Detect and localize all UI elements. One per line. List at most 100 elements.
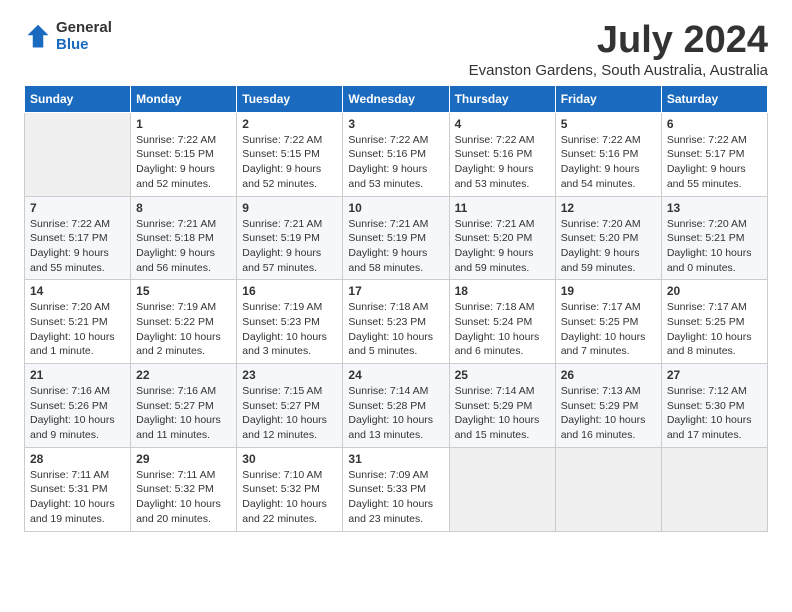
calendar-day-cell bbox=[449, 447, 555, 531]
calendar-day-cell: 18 Sunrise: 7:18 AMSunset: 5:24 PMDayligh… bbox=[449, 280, 555, 364]
calendar-day-cell: 7 Sunrise: 7:22 AMSunset: 5:17 PMDaylight… bbox=[25, 196, 131, 280]
calendar-day-cell: 25 Sunrise: 7:14 AMSunset: 5:29 PMDayligh… bbox=[449, 364, 555, 448]
calendar-day-cell: 17Sunrise: 7:18 AMSunset: 5:23 PMDayligh… bbox=[343, 280, 449, 364]
weekday-header-saturday: Saturday bbox=[661, 85, 767, 112]
day-number: 4 bbox=[455, 117, 550, 131]
day-info: Sunrise: 7:21 AMSunset: 5:20 PMDaylight:… bbox=[455, 217, 550, 276]
calendar-day-cell: 30 Sunrise: 7:10 AMSunset: 5:32 PMDayligh… bbox=[237, 447, 343, 531]
day-info: Sunrise: 7:20 AMSunset: 5:21 PMDaylight:… bbox=[667, 217, 762, 276]
calendar-day-cell: 22Sunrise: 7:16 AMSunset: 5:27 PMDayligh… bbox=[131, 364, 237, 448]
calendar-day-cell: 11 Sunrise: 7:21 AMSunset: 5:20 PMDayligh… bbox=[449, 196, 555, 280]
day-number: 21 bbox=[30, 368, 125, 382]
day-number: 27 bbox=[667, 368, 762, 382]
day-info: Sunrise: 7:15 AMSunset: 5:27 PMDaylight:… bbox=[242, 384, 337, 443]
page-header: General Blue July 2024 Evanston Gardens,… bbox=[24, 20, 768, 79]
calendar-day-cell: 13 Sunrise: 7:20 AMSunset: 5:21 PMDayligh… bbox=[661, 196, 767, 280]
day-info: Sunrise: 7:18 AMSunset: 5:24 PMDaylight:… bbox=[455, 300, 550, 359]
day-info: Sunrise: 7:16 AMSunset: 5:26 PMDaylight:… bbox=[30, 384, 125, 443]
calendar-day-cell bbox=[555, 447, 661, 531]
day-info: Sunrise: 7:16 AMSunset: 5:27 PMDaylight:… bbox=[136, 384, 231, 443]
calendar-day-cell: 4 Sunrise: 7:22 AMSunset: 5:16 PMDaylight… bbox=[449, 112, 555, 196]
calendar-day-cell: 21 Sunrise: 7:16 AMSunset: 5:26 PMDayligh… bbox=[25, 364, 131, 448]
day-number: 25 bbox=[455, 368, 550, 382]
day-info: Sunrise: 7:11 AMSunset: 5:31 PMDaylight:… bbox=[30, 468, 125, 527]
calendar-day-cell: 10 Sunrise: 7:21 AMSunset: 5:19 PMDayligh… bbox=[343, 196, 449, 280]
calendar-day-cell: 8 Sunrise: 7:21 AMSunset: 5:18 PMDaylight… bbox=[131, 196, 237, 280]
day-number: 28 bbox=[30, 452, 125, 466]
calendar-day-cell: 2 Sunrise: 7:22 AMSunset: 5:15 PMDaylight… bbox=[237, 112, 343, 196]
calendar-day-cell: 12Sunrise: 7:20 AMSunset: 5:20 PMDayligh… bbox=[555, 196, 661, 280]
calendar-day-cell: 27 Sunrise: 7:12 AMSunset: 5:30 PMDayligh… bbox=[661, 364, 767, 448]
day-info: Sunrise: 7:11 AMSunset: 5:32 PMDaylight:… bbox=[136, 468, 231, 527]
calendar-week-row: 7 Sunrise: 7:22 AMSunset: 5:17 PMDaylight… bbox=[25, 196, 768, 280]
day-info: Sunrise: 7:14 AMSunset: 5:29 PMDaylight:… bbox=[455, 384, 550, 443]
calendar-week-row: 14Sunrise: 7:20 AMSunset: 5:21 PMDayligh… bbox=[25, 280, 768, 364]
day-number: 8 bbox=[136, 201, 231, 215]
day-number: 24 bbox=[348, 368, 443, 382]
day-number: 2 bbox=[242, 117, 337, 131]
day-info: Sunrise: 7:12 AMSunset: 5:30 PMDaylight:… bbox=[667, 384, 762, 443]
calendar-week-row: 1 Sunrise: 7:22 AMSunset: 5:15 PMDaylight… bbox=[25, 112, 768, 196]
calendar-day-cell: 20 Sunrise: 7:17 AMSunset: 5:25 PMDayligh… bbox=[661, 280, 767, 364]
calendar-day-cell: 24Sunrise: 7:14 AMSunset: 5:28 PMDayligh… bbox=[343, 364, 449, 448]
logo-blue: Blue bbox=[56, 37, 112, 54]
day-number: 30 bbox=[242, 452, 337, 466]
calendar-day-cell: 9 Sunrise: 7:21 AMSunset: 5:19 PMDaylight… bbox=[237, 196, 343, 280]
day-number: 29 bbox=[136, 452, 231, 466]
day-info: Sunrise: 7:22 AMSunset: 5:15 PMDaylight:… bbox=[136, 133, 231, 192]
calendar-day-cell: 16Sunrise: 7:19 AMSunset: 5:23 PMDayligh… bbox=[237, 280, 343, 364]
day-info: Sunrise: 7:22 AMSunset: 5:17 PMDaylight:… bbox=[30, 217, 125, 276]
calendar-day-cell: 31 Sunrise: 7:09 AMSunset: 5:33 PMDayligh… bbox=[343, 447, 449, 531]
logo-icon bbox=[24, 23, 52, 51]
calendar-day-cell: 29 Sunrise: 7:11 AMSunset: 5:32 PMDayligh… bbox=[131, 447, 237, 531]
calendar-table: SundayMondayTuesdayWednesdayThursdayFrid… bbox=[24, 85, 768, 532]
day-number: 15 bbox=[136, 284, 231, 298]
calendar-week-row: 28 Sunrise: 7:11 AMSunset: 5:31 PMDayligh… bbox=[25, 447, 768, 531]
weekday-header-friday: Friday bbox=[555, 85, 661, 112]
day-number: 1 bbox=[136, 117, 231, 131]
calendar-day-cell: 5Sunrise: 7:22 AMSunset: 5:16 PMDaylight… bbox=[555, 112, 661, 196]
day-info: Sunrise: 7:22 AMSunset: 5:16 PMDaylight:… bbox=[455, 133, 550, 192]
day-info: Sunrise: 7:13 AMSunset: 5:29 PMDaylight:… bbox=[561, 384, 656, 443]
day-number: 31 bbox=[348, 452, 443, 466]
calendar-day-cell bbox=[661, 447, 767, 531]
day-number: 26 bbox=[561, 368, 656, 382]
day-number: 7 bbox=[30, 201, 125, 215]
day-info: Sunrise: 7:19 AMSunset: 5:22 PMDaylight:… bbox=[136, 300, 231, 359]
day-info: Sunrise: 7:10 AMSunset: 5:32 PMDaylight:… bbox=[242, 468, 337, 527]
day-number: 20 bbox=[667, 284, 762, 298]
day-info: Sunrise: 7:22 AMSunset: 5:16 PMDaylight:… bbox=[348, 133, 443, 192]
title-area: July 2024 Evanston Gardens, South Austra… bbox=[469, 20, 768, 79]
day-number: 6 bbox=[667, 117, 762, 131]
calendar-day-cell: 28 Sunrise: 7:11 AMSunset: 5:31 PMDayligh… bbox=[25, 447, 131, 531]
calendar-day-cell: 26 Sunrise: 7:13 AMSunset: 5:29 PMDayligh… bbox=[555, 364, 661, 448]
day-info: Sunrise: 7:21 AMSunset: 5:18 PMDaylight:… bbox=[136, 217, 231, 276]
weekday-header-tuesday: Tuesday bbox=[237, 85, 343, 112]
day-number: 18 bbox=[455, 284, 550, 298]
logo-general: General bbox=[56, 20, 112, 37]
weekday-header-sunday: Sunday bbox=[25, 85, 131, 112]
weekday-header-thursday: Thursday bbox=[449, 85, 555, 112]
location-subtitle: Evanston Gardens, South Australia, Austr… bbox=[469, 62, 768, 79]
day-info: Sunrise: 7:19 AMSunset: 5:23 PMDaylight:… bbox=[242, 300, 337, 359]
day-info: Sunrise: 7:09 AMSunset: 5:33 PMDaylight:… bbox=[348, 468, 443, 527]
day-info: Sunrise: 7:21 AMSunset: 5:19 PMDaylight:… bbox=[242, 217, 337, 276]
day-info: Sunrise: 7:17 AMSunset: 5:25 PMDaylight:… bbox=[667, 300, 762, 359]
day-info: Sunrise: 7:18 AMSunset: 5:23 PMDaylight:… bbox=[348, 300, 443, 359]
day-info: Sunrise: 7:22 AMSunset: 5:16 PMDaylight:… bbox=[561, 133, 656, 192]
logo: General Blue bbox=[24, 20, 112, 53]
day-info: Sunrise: 7:21 AMSunset: 5:19 PMDaylight:… bbox=[348, 217, 443, 276]
calendar-day-cell: 15 Sunrise: 7:19 AMSunset: 5:22 PMDayligh… bbox=[131, 280, 237, 364]
day-number: 13 bbox=[667, 201, 762, 215]
day-number: 19 bbox=[561, 284, 656, 298]
calendar-day-cell: 14Sunrise: 7:20 AMSunset: 5:21 PMDayligh… bbox=[25, 280, 131, 364]
weekday-header-monday: Monday bbox=[131, 85, 237, 112]
day-number: 9 bbox=[242, 201, 337, 215]
calendar-day-cell: 19Sunrise: 7:17 AMSunset: 5:25 PMDayligh… bbox=[555, 280, 661, 364]
day-number: 14 bbox=[30, 284, 125, 298]
day-number: 11 bbox=[455, 201, 550, 215]
month-title: July 2024 bbox=[469, 20, 768, 62]
day-number: 23 bbox=[242, 368, 337, 382]
day-info: Sunrise: 7:22 AMSunset: 5:15 PMDaylight:… bbox=[242, 133, 337, 192]
day-number: 10 bbox=[348, 201, 443, 215]
